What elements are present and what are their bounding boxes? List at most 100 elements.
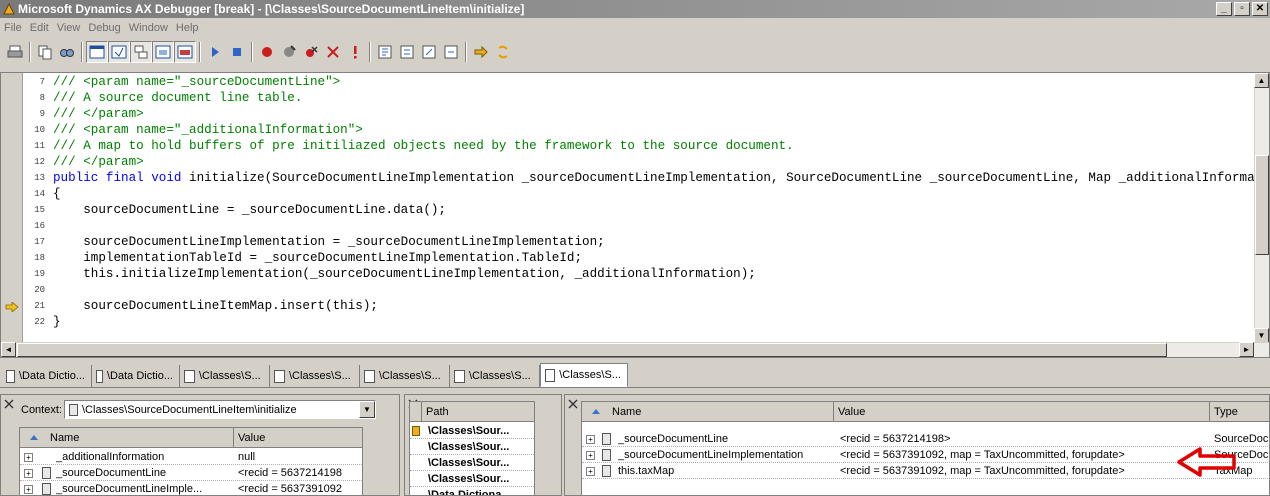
- expand-icon[interactable]: +: [24, 453, 33, 462]
- refresh-icon[interactable]: [492, 41, 514, 63]
- code-line[interactable]: /// <param name="_additionalInformation"…: [53, 122, 363, 138]
- menu-view[interactable]: View: [55, 22, 87, 34]
- code-line[interactable]: /// <param name="_sourceDocumentLine">: [53, 74, 340, 90]
- column-name[interactable]: Name: [20, 428, 234, 448]
- variable-row[interactable]: + _sourceDocumentLine <recid = 5637214198: [20, 465, 362, 481]
- editor-horizontal-scrollbar[interactable]: ◄ ►: [1, 342, 1269, 357]
- exception-icon[interactable]: [344, 41, 366, 63]
- code-line[interactable]: implementationTableId = _sourceDocumentL…: [53, 250, 582, 266]
- panel-close-icon[interactable]: [568, 399, 578, 409]
- panel-close-icon[interactable]: [4, 399, 14, 409]
- watch-row[interactable]: + _sourceDocumentLineImplementation <recid…: [582, 447, 1269, 463]
- horizontal-scroll-thumb[interactable]: [17, 343, 1167, 357]
- watch-row[interactable]: + _sourceDocumentLine <recid = 5637214198>…: [582, 431, 1269, 447]
- variables-window-icon[interactable]: [108, 41, 130, 63]
- scroll-down-button[interactable]: ▼: [1254, 328, 1269, 343]
- scroll-right-button[interactable]: ►: [1239, 342, 1254, 357]
- expand-icon[interactable]: +: [24, 469, 33, 478]
- column-value[interactable]: Value: [234, 428, 362, 448]
- line-number: 10: [34, 125, 45, 135]
- code-line[interactable]: /// A source document line table.: [53, 90, 302, 106]
- callstack-row[interactable]: \Classes\Sour...: [410, 471, 534, 487]
- menu-file[interactable]: File: [2, 22, 28, 34]
- code-window-icon[interactable]: [86, 41, 108, 63]
- tab-label: \Classes\S...: [469, 370, 531, 382]
- tab-label: \Classes\S...: [379, 370, 441, 382]
- menu-edit[interactable]: Edit: [28, 22, 55, 34]
- expand-icon[interactable]: +: [586, 467, 595, 476]
- code-line[interactable]: /// </param>: [53, 154, 144, 170]
- step-into-icon[interactable]: [374, 41, 396, 63]
- expand-icon[interactable]: +: [24, 485, 33, 494]
- document-tab[interactable]: \Classes\S...: [540, 363, 628, 387]
- variable-row[interactable]: + _sourceDocumentLineImple... <recid = 563…: [20, 481, 362, 495]
- code-line[interactable]: sourceDocumentLine = _sourceDocumentLine…: [53, 202, 446, 218]
- callstack-grid: Path \Classes\Sour... \Classes\Sour... \Cl…: [409, 401, 535, 495]
- watch-name: _sourceDocumentLine: [618, 433, 729, 445]
- variable-value: null: [238, 451, 256, 463]
- column-value[interactable]: Value: [834, 402, 1210, 422]
- scroll-up-button[interactable]: ▲: [1254, 73, 1269, 88]
- code-line[interactable]: sourceDocumentLineImplementation = _sour…: [53, 234, 604, 250]
- code-line[interactable]: {: [53, 186, 61, 202]
- watch-name: _sourceDocumentLineImplementation: [618, 449, 804, 461]
- minimize-button[interactable]: _: [1216, 2, 1232, 16]
- document-tab[interactable]: \Data Dictio...: [92, 365, 180, 387]
- watch-window-icon[interactable]: [152, 41, 174, 63]
- code-line[interactable]: /// A map to hold buffers of pre initili…: [53, 138, 794, 154]
- code-editor[interactable]: 7 8 9 10 11 12 13 14 15 16 17 18 19 20 21 22 /// <param…: [0, 72, 1270, 358]
- find-icon[interactable]: [56, 41, 78, 63]
- code-line[interactable]: /// </param>: [53, 106, 144, 122]
- callstack-row[interactable]: \Classes\Sour...: [410, 455, 534, 471]
- editor-vertical-scrollbar[interactable]: ▲ ▼: [1254, 73, 1269, 343]
- column-name[interactable]: Name: [582, 402, 834, 422]
- menu-help[interactable]: Help: [174, 22, 205, 34]
- code-line[interactable]: }: [53, 314, 61, 330]
- code-line[interactable]: sourceDocumentLineItemMap.insert(this);: [53, 298, 378, 314]
- code-text[interactable]: /// <param name="_sourceDocumentLine">//…: [53, 73, 1256, 343]
- remove-breakpoint-icon[interactable]: [300, 41, 322, 63]
- breakpoints-window-icon[interactable]: [174, 41, 196, 63]
- go-icon[interactable]: [204, 41, 226, 63]
- line-number: 12: [34, 157, 45, 167]
- scroll-left-button[interactable]: ◄: [1, 342, 16, 357]
- document-tab[interactable]: \Classes\S...: [180, 365, 270, 387]
- variable-row[interactable]: + _additionalInformation null: [20, 449, 362, 465]
- column-type[interactable]: Type: [1210, 402, 1269, 422]
- print-icon[interactable]: [4, 41, 26, 63]
- chevron-down-icon[interactable]: ▼: [359, 401, 375, 418]
- code-line[interactable]: public final void initialize(SourceDocum…: [53, 170, 1256, 186]
- stop-icon[interactable]: [226, 41, 248, 63]
- copy-icon[interactable]: [34, 41, 56, 63]
- expand-icon[interactable]: +: [586, 435, 595, 444]
- document-tab[interactable]: \Data Dictio...: [2, 365, 92, 387]
- watch-row[interactable]: + this.taxMap <recid = 5637391092, map = T…: [582, 463, 1269, 479]
- step-out-icon[interactable]: [418, 41, 440, 63]
- menu-debug[interactable]: Debug: [86, 22, 126, 34]
- callstack-row[interactable]: \Data Dictiona...: [410, 487, 534, 495]
- menu-window[interactable]: Window: [127, 22, 174, 34]
- disable-breakpoint-icon[interactable]: [278, 41, 300, 63]
- callstack-panel: Path \Classes\Sour... \Classes\Sour... \Cl…: [404, 394, 562, 496]
- run-to-cursor-icon[interactable]: [440, 41, 462, 63]
- document-tab[interactable]: \Classes\S...: [360, 365, 450, 387]
- callstack-row[interactable]: \Classes\Sour...: [410, 423, 534, 439]
- vertical-scroll-thumb[interactable]: [1255, 155, 1269, 255]
- callstack-row[interactable]: \Classes\Sour...: [410, 439, 534, 455]
- clear-breakpoints-icon[interactable]: [322, 41, 344, 63]
- restore-button[interactable]: ▫: [1234, 2, 1250, 16]
- code-line[interactable]: this.initializeImplementation(_sourceDoc…: [53, 266, 756, 282]
- breakpoint-icon[interactable]: [256, 41, 278, 63]
- document-tab[interactable]: \Classes\S...: [450, 365, 540, 387]
- column-path[interactable]: Path: [422, 402, 534, 422]
- callstack-path: \Classes\Sour...: [428, 441, 510, 453]
- tab-label: \Data Dictio...: [18, 370, 85, 382]
- show-next-statement-icon[interactable]: [470, 41, 492, 63]
- context-value: \Classes\SourceDocumentLineItem\initiali…: [82, 403, 297, 416]
- context-dropdown[interactable]: \Classes\SourceDocumentLineItem\initiali…: [64, 400, 376, 419]
- expand-icon[interactable]: +: [586, 451, 595, 460]
- document-tab[interactable]: \Classes\S...: [270, 365, 360, 387]
- close-button[interactable]: ✕: [1252, 2, 1268, 16]
- step-over-icon[interactable]: [396, 41, 418, 63]
- callstack-window-icon[interactable]: [130, 41, 152, 63]
